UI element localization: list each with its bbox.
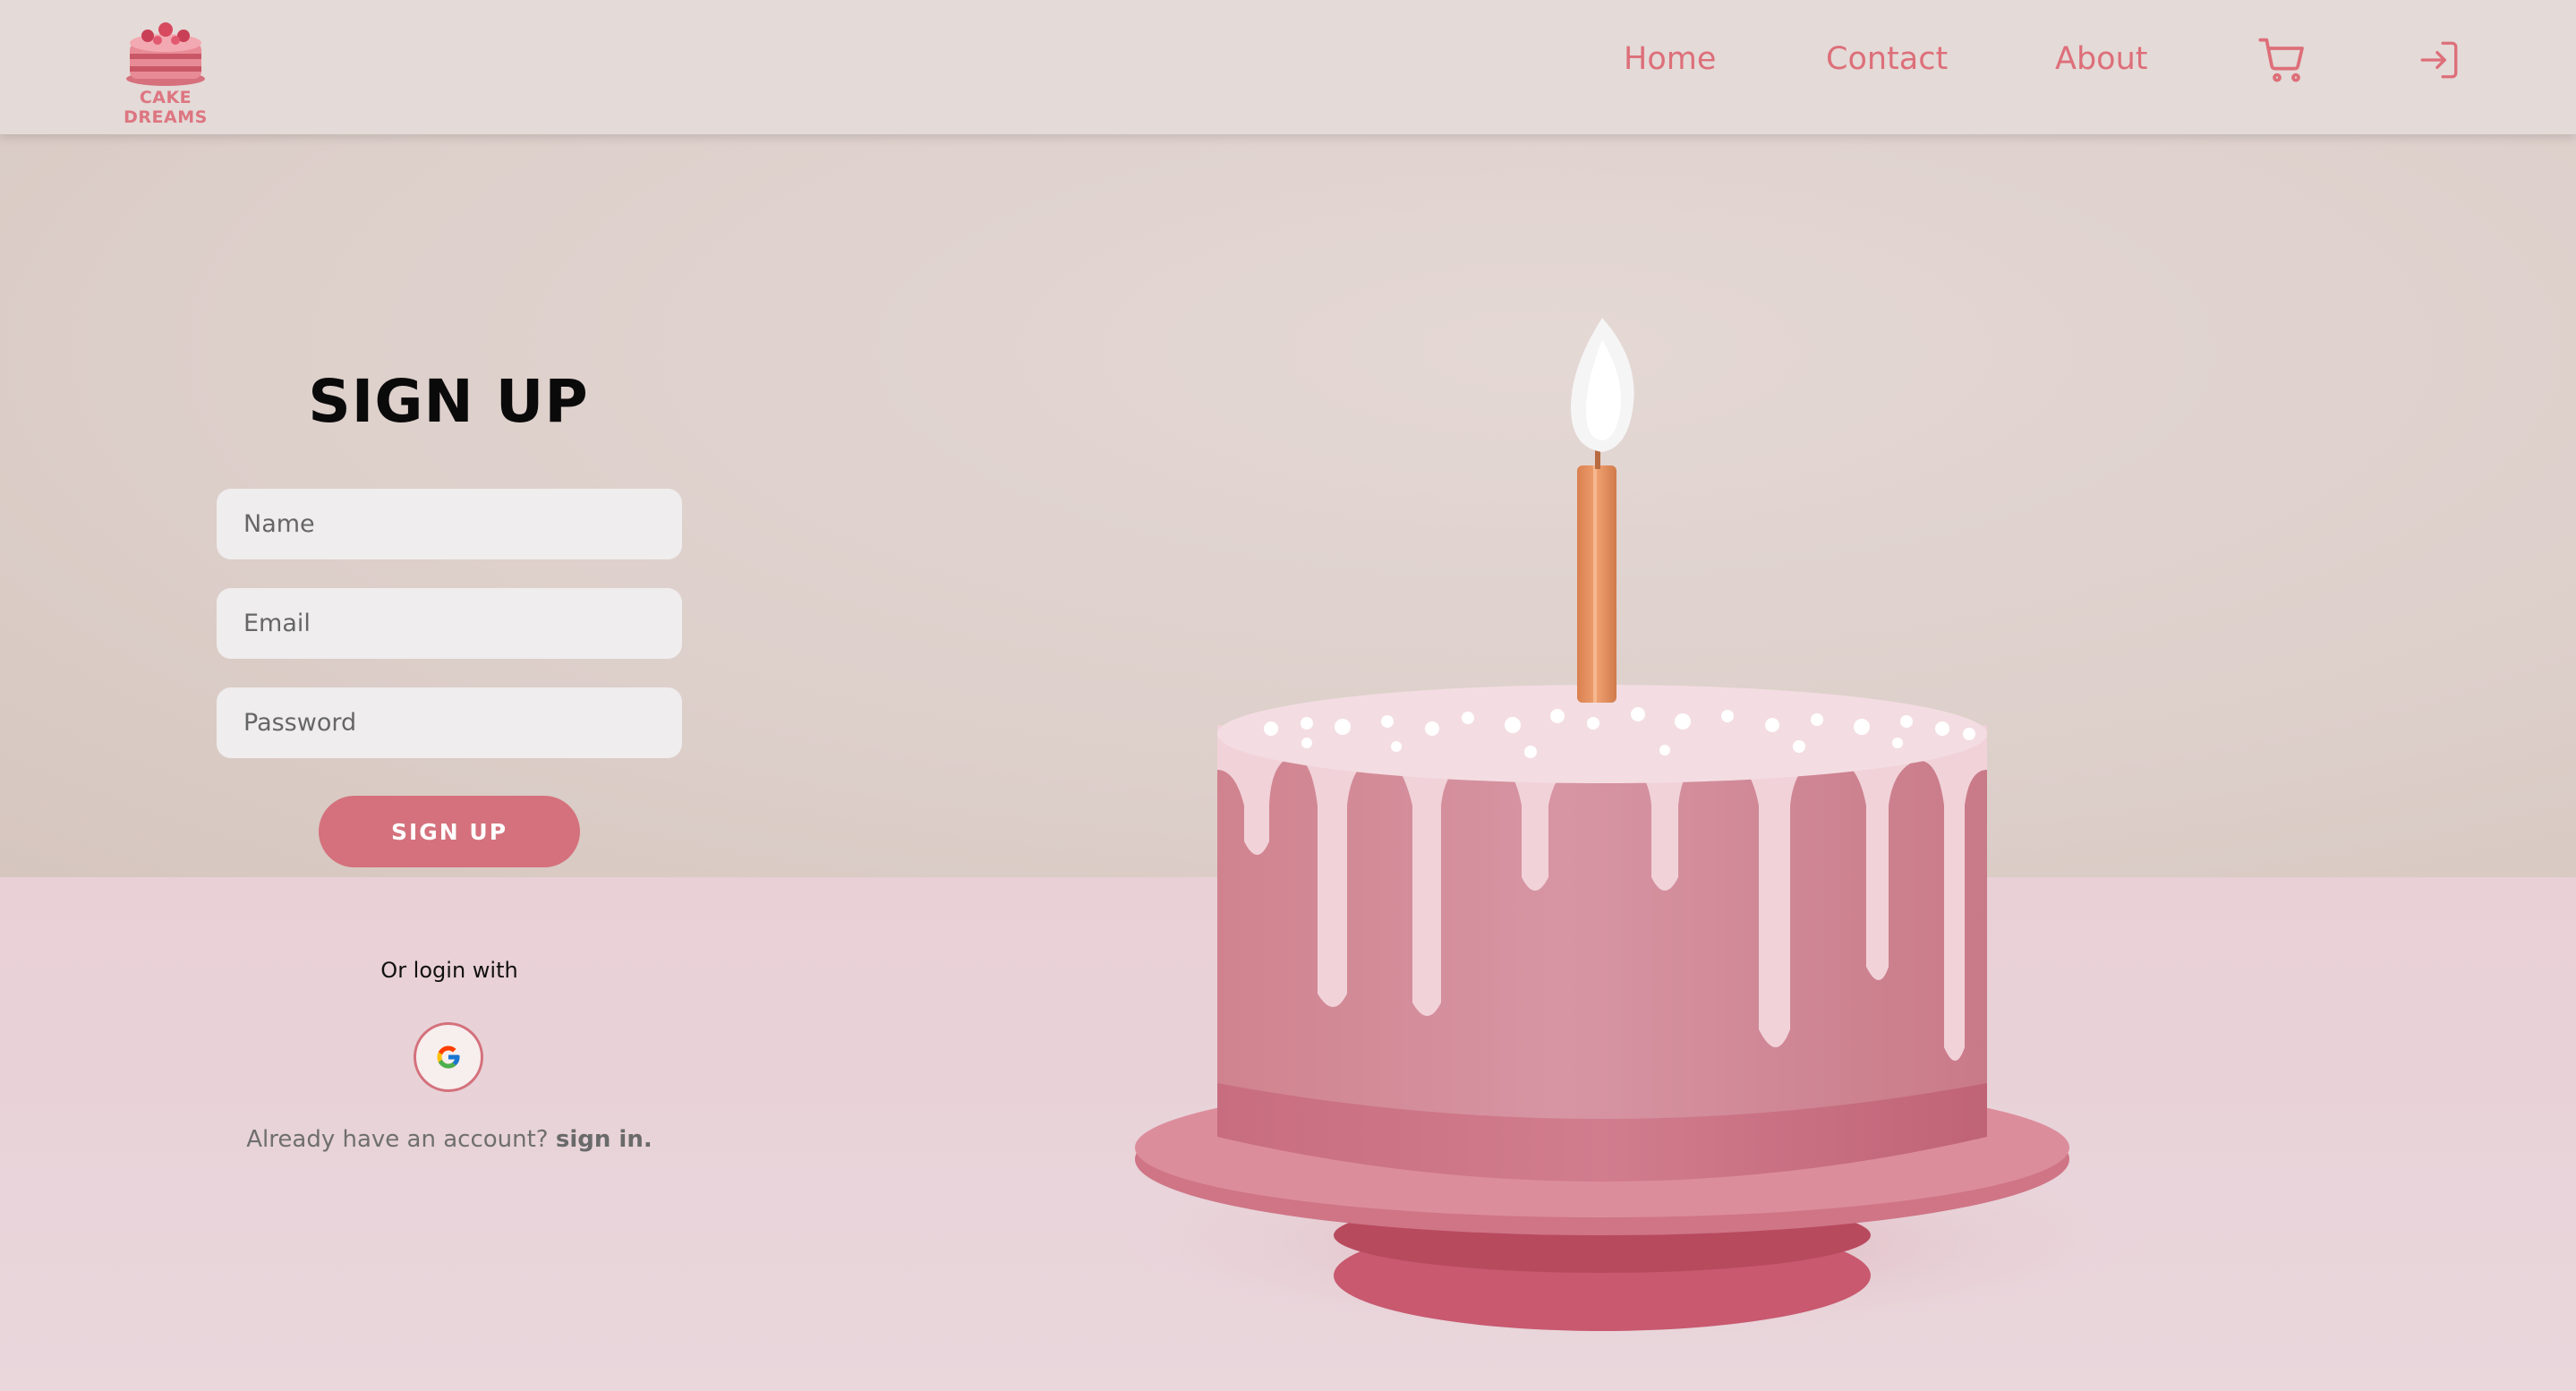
nav-about-link[interactable]: About: [2055, 41, 2147, 77]
login-icon[interactable]: [2417, 38, 2461, 86]
google-login-button[interactable]: [414, 1022, 483, 1092]
signup-button[interactable]: SIGN UP: [319, 796, 580, 867]
name-input[interactable]: [217, 489, 682, 559]
alt-login-label: Or login with: [380, 958, 518, 983]
signin-prompt: Already have an account? sign in.: [217, 1126, 682, 1153]
signin-link[interactable]: sign in.: [556, 1126, 653, 1153]
navbar: CAKE DREAMS Home Contact About: [0, 0, 2576, 134]
cart-icon[interactable]: [2258, 36, 2308, 90]
password-input[interactable]: [217, 687, 682, 758]
email-input[interactable]: [217, 588, 682, 659]
cake-illustration: [1128, 318, 2157, 1343]
brand-logo[interactable]: CAKE DREAMS: [98, 16, 233, 127]
nav-contact-link[interactable]: Contact: [1826, 41, 1948, 77]
signup-title: SIGN UP: [308, 367, 589, 436]
already-account-text: Already have an account?: [246, 1126, 549, 1153]
cake-logo-icon: [126, 22, 205, 86]
google-icon: [437, 1045, 460, 1069]
brand-name: CAKE DREAMS: [124, 88, 208, 127]
nav-home-link[interactable]: Home: [1624, 41, 1716, 77]
